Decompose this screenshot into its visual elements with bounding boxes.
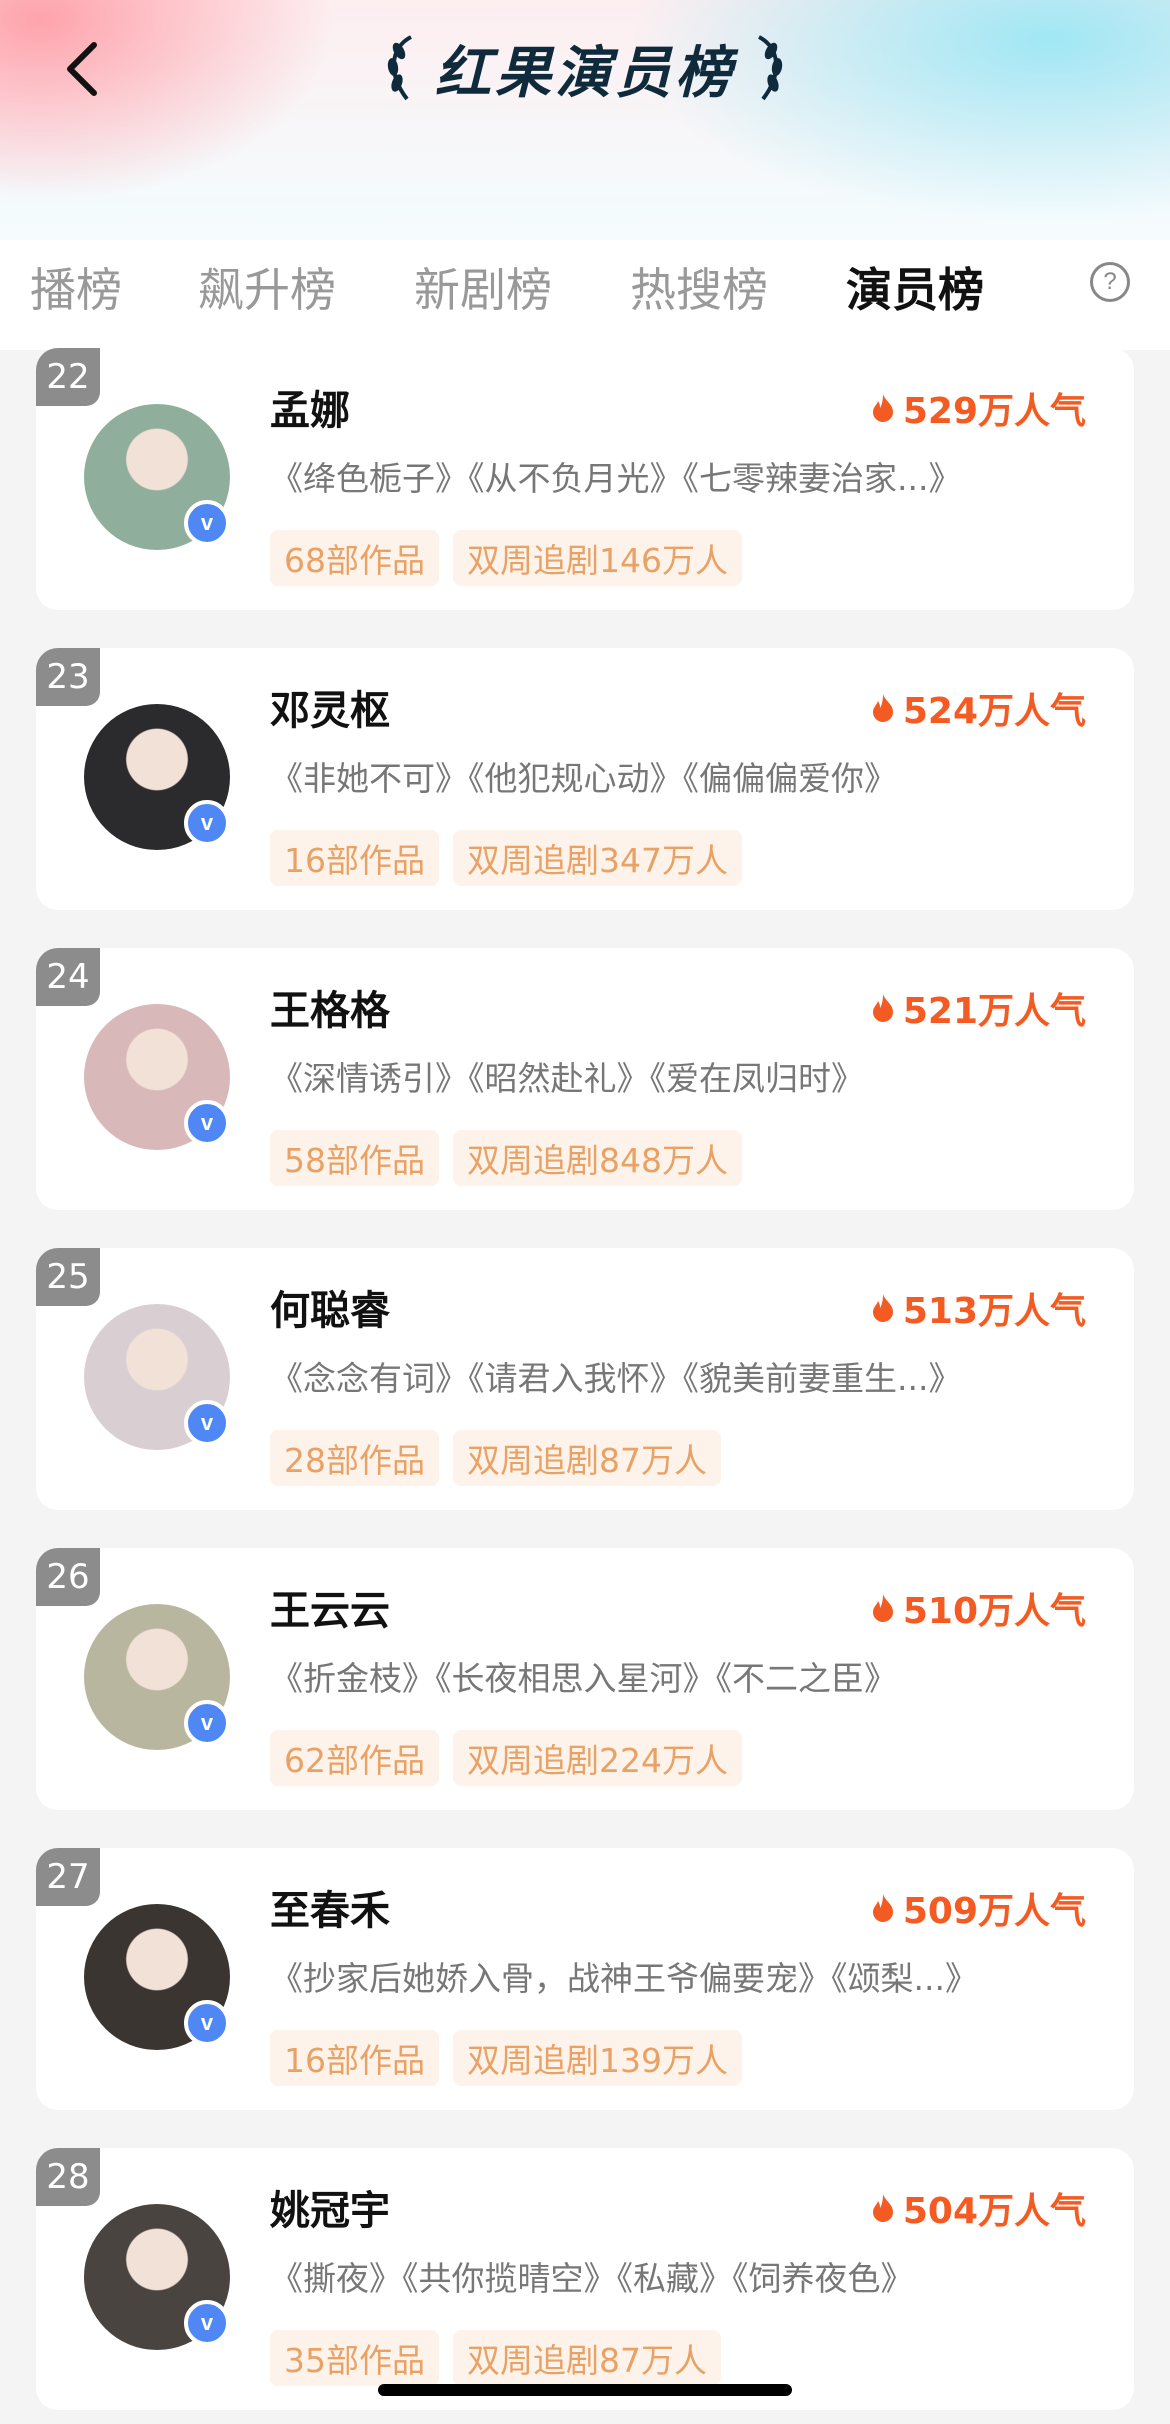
actor-card[interactable]: 22 v 孟娜 529万人气 《绛色栀子》《从不负月光》《七零辣妻治家...》 … — [36, 348, 1134, 610]
popularity: 529万人气 — [871, 382, 1086, 434]
flame-icon — [872, 694, 893, 722]
laurel-left-icon — [387, 35, 413, 101]
page-title: 红果演员榜 — [435, 40, 735, 106]
actor-card[interactable]: 23 v 邓灵枢 524万人气 《非她不可》《他犯规心动》《偏偏偏爱你》 16部… — [36, 648, 1134, 910]
popularity: 513万人气 — [871, 1282, 1086, 1334]
rank-badge: 28 — [36, 2148, 100, 2206]
followers-tag: 双周追剧146万人 — [453, 530, 742, 586]
tag-row: 68部作品 双周追剧146万人 — [270, 530, 742, 586]
flame-icon — [872, 1294, 893, 1322]
popularity-value: 504万人气 — [902, 2191, 1086, 2232]
rank-badge: 26 — [36, 1548, 100, 1606]
popularity-value: 529万人气 — [902, 391, 1086, 432]
works-list: 《抄家后她娇入骨，战神王爷偏要宠》《颂梨...》 — [270, 1959, 978, 1998]
tab-hot-search[interactable]: 热搜榜 — [630, 254, 768, 320]
popularity: 504万人气 — [871, 2182, 1086, 2234]
tab-rising[interactable]: 飙升榜 — [198, 254, 336, 320]
followers-tag: 双周追剧224万人 — [453, 1730, 742, 1786]
flame-icon — [872, 994, 893, 1022]
verified-v-icon: v — [184, 1700, 230, 1746]
actor-card[interactable]: 26 v 王云云 510万人气 《折金枝》《长夜相思入星河》《不二之臣》 62部… — [36, 1548, 1134, 1810]
actor-name: 孟娜 — [270, 388, 350, 434]
title-area: 红果演员榜 — [0, 28, 1170, 108]
actor-card[interactable]: 24 v 王格格 521万人气 《深情诱引》《昭然赴礼》《爱在凤归时》 58部作… — [36, 948, 1134, 1210]
question-circle-icon[interactable]: ? — [1090, 262, 1130, 302]
tab-bar: 播榜 飙升榜 新剧榜 热搜榜 演员榜 — [0, 240, 1170, 350]
verified-v-icon: v — [184, 500, 230, 546]
popularity-value: 521万人气 — [902, 991, 1086, 1032]
rank-badge: 27 — [36, 1848, 100, 1906]
flame-icon — [872, 394, 893, 422]
flame-icon — [872, 1894, 893, 1922]
tag-row: 16部作品 双周追剧139万人 — [270, 2030, 742, 2086]
rank-badge: 23 — [36, 648, 100, 706]
works-count-tag: 68部作品 — [270, 530, 439, 586]
flame-icon — [872, 2194, 893, 2222]
works-count-tag: 16部作品 — [270, 830, 439, 886]
works-list: 《绛色栀子》《从不负月光》《七零辣妻治家...》 — [270, 459, 962, 498]
actor-name: 至春禾 — [270, 1888, 390, 1934]
followers-tag: 双周追剧347万人 — [453, 830, 742, 886]
works-list: 《撕夜》《共你揽晴空》《私藏》《饲养夜色》 — [270, 2259, 914, 2298]
actor-card[interactable]: 25 v 何聪睿 513万人气 《念念有词》《请君入我怀》《貌美前妻重生...》… — [36, 1248, 1134, 1510]
tab-new-drama[interactable]: 新剧榜 — [414, 254, 552, 320]
works-count-tag: 35部作品 — [270, 2330, 439, 2386]
verified-v-icon: v — [184, 1400, 230, 1446]
actor-card[interactable]: 27 v 至春禾 509万人气 《抄家后她娇入骨，战神王爷偏要宠》《颂梨...》… — [36, 1848, 1134, 2110]
actor-name: 王云云 — [270, 1588, 390, 1634]
laurel-right-icon — [757, 35, 783, 101]
followers-tag: 双周追剧848万人 — [453, 1130, 742, 1186]
followers-tag: 双周追剧139万人 — [453, 2030, 742, 2086]
followers-tag: 双周追剧87万人 — [453, 1430, 721, 1486]
works-list: 《深情诱引》《昭然赴礼》《爱在凤归时》 — [270, 1059, 864, 1098]
tab-bo-bang[interactable]: 播榜 — [30, 254, 122, 320]
works-count-tag: 62部作品 — [270, 1730, 439, 1786]
verified-v-icon: v — [184, 1100, 230, 1146]
flame-icon — [872, 1594, 893, 1622]
works-list: 《折金枝》《长夜相思入星河》《不二之臣》 — [270, 1659, 897, 1698]
popularity: 521万人气 — [871, 982, 1086, 1034]
works-list: 《念念有词》《请君入我怀》《貌美前妻重生...》 — [270, 1359, 962, 1398]
verified-v-icon: v — [184, 2300, 230, 2346]
tab-actors[interactable]: 演员榜 — [846, 254, 984, 320]
verified-v-icon: v — [184, 800, 230, 846]
home-indicator — [378, 2384, 792, 2396]
actor-name: 姚冠宇 — [270, 2188, 390, 2234]
works-count-tag: 16部作品 — [270, 2030, 439, 2086]
popularity-value: 524万人气 — [902, 691, 1086, 732]
tag-row: 58部作品 双周追剧848万人 — [270, 1130, 742, 1186]
tag-row: 28部作品 双周追剧87万人 — [270, 1430, 721, 1486]
popularity-value: 509万人气 — [902, 1891, 1086, 1932]
verified-v-icon: v — [184, 2000, 230, 2046]
works-list: 《非她不可》《他犯规心动》《偏偏偏爱你》 — [270, 759, 897, 798]
works-count-tag: 58部作品 — [270, 1130, 439, 1186]
popularity-value: 510万人气 — [902, 1591, 1086, 1632]
popularity: 524万人气 — [871, 682, 1086, 734]
popularity: 509万人气 — [871, 1882, 1086, 1934]
followers-tag: 双周追剧87万人 — [453, 2330, 721, 2386]
actor-name: 王格格 — [270, 988, 390, 1034]
rank-badge: 24 — [36, 948, 100, 1006]
actor-name: 何聪睿 — [270, 1288, 390, 1334]
tag-row: 16部作品 双周追剧347万人 — [270, 830, 742, 886]
actor-name: 邓灵枢 — [270, 688, 390, 734]
works-count-tag: 28部作品 — [270, 1430, 439, 1486]
tag-row: 62部作品 双周追剧224万人 — [270, 1730, 742, 1786]
tag-row: 35部作品 双周追剧87万人 — [270, 2330, 721, 2386]
popularity-value: 513万人气 — [902, 1291, 1086, 1332]
rank-badge: 22 — [36, 348, 100, 406]
rank-badge: 25 — [36, 1248, 100, 1306]
actor-card[interactable]: 28 v 姚冠宇 504万人气 《撕夜》《共你揽晴空》《私藏》《饲养夜色》 35… — [36, 2148, 1134, 2410]
popularity: 510万人气 — [871, 1582, 1086, 1634]
